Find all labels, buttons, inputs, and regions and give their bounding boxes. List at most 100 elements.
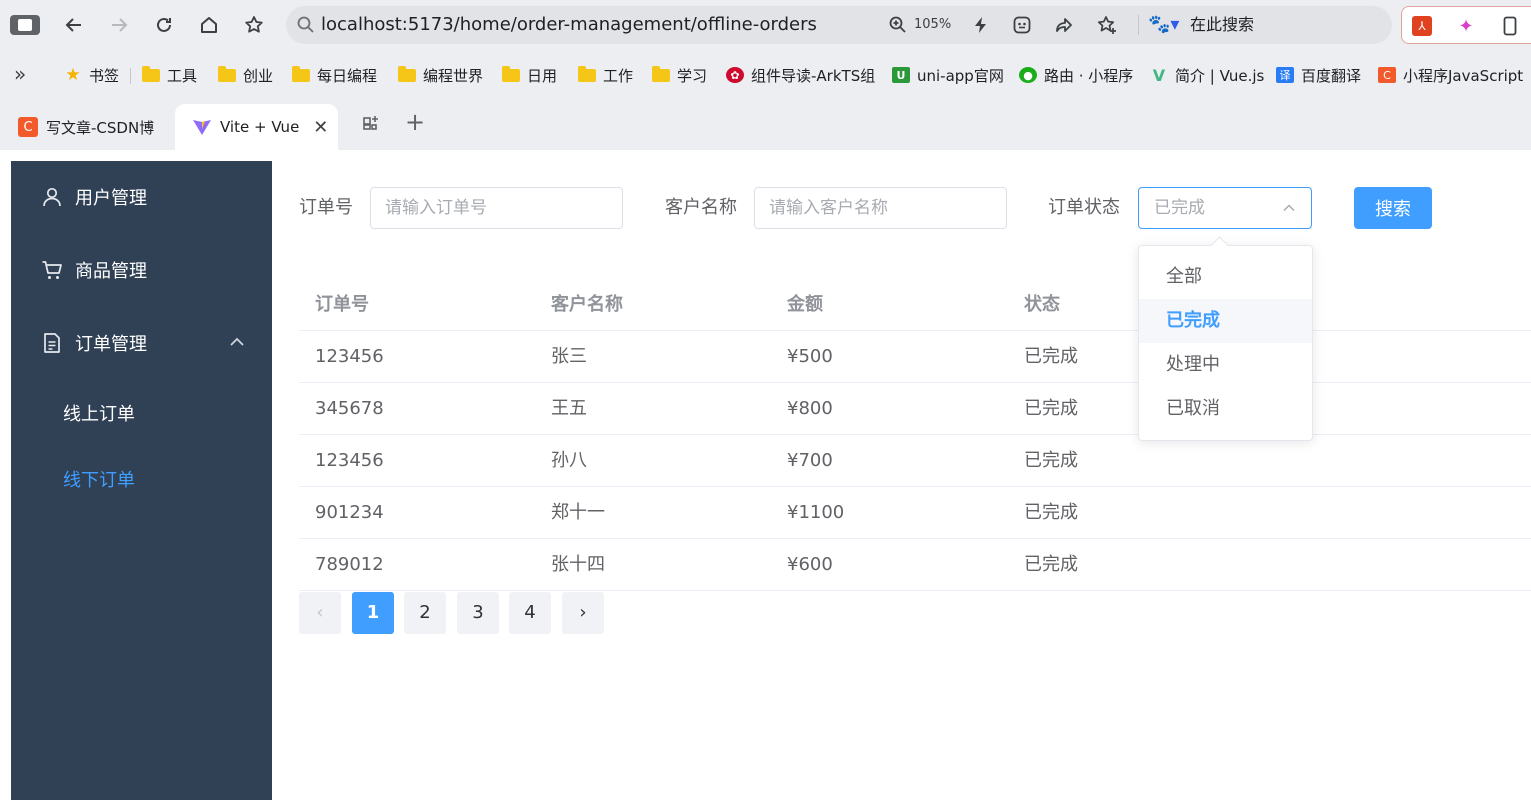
document-icon	[44, 333, 60, 353]
search-engine-label[interactable]: 在此搜索	[1190, 6, 1254, 44]
status-select[interactable]: 已完成	[1138, 187, 1312, 229]
tab-label: Vite + Vue	[220, 118, 300, 136]
zoom-level[interactable]: 105%	[914, 6, 951, 44]
csdn-icon: C	[18, 117, 38, 137]
cell-order-no: 345678	[315, 398, 384, 419]
cell-status: 已完成	[1024, 450, 1078, 471]
table-row: 901234 郑十一 ¥1100 已完成	[299, 487, 1531, 539]
page-button-3[interactable]: 3	[457, 592, 499, 634]
cell-order-no: 123456	[315, 346, 384, 367]
bookmark-label: 日用	[527, 66, 558, 85]
next-page-button[interactable]: ›	[562, 592, 604, 634]
table-row: 123456 张三 ¥500 已完成	[299, 331, 1531, 383]
back-icon[interactable]	[58, 9, 90, 41]
search-button[interactable]: 搜索	[1354, 187, 1432, 229]
favorites-add-icon[interactable]	[1095, 13, 1119, 37]
cell-order-no: 123456	[315, 450, 384, 471]
url-text[interactable]: localhost:5173/home/order-management/off…	[321, 6, 817, 44]
cell-order-no: 901234	[315, 502, 384, 523]
folder-icon	[142, 65, 160, 82]
app-root: 用户管理 商品管理 订单管理 线上订单 线下订单 订单号 客户名称 订单状态 已…	[0, 150, 1531, 800]
sidebar-item-users[interactable]: 用户管理	[11, 169, 272, 225]
bookmark-label: 创业	[243, 66, 274, 85]
folder-icon	[292, 65, 310, 82]
bookmark-item[interactable]: ✿ 组件导读-ArkTS组	[726, 58, 876, 92]
cell-amount: ¥800	[787, 398, 833, 419]
order-no-input[interactable]	[370, 187, 623, 229]
orders-table: 订单号 客户名称 金额 状态 123456 张三 ¥500 已完成 345678…	[299, 276, 1531, 591]
bookmark-folder[interactable]: 每日编程	[292, 58, 377, 92]
cell-status: 已完成	[1024, 346, 1078, 367]
sidebar-item-orders[interactable]: 订单管理	[11, 315, 272, 371]
bookmark-item[interactable]: ★ 书签	[64, 58, 119, 92]
browser-toolbar: localhost:5173/home/order-management/off…	[0, 0, 1531, 50]
close-icon[interactable]: ✕	[313, 117, 328, 138]
order-no-label: 订单号	[299, 197, 353, 218]
column-header: 状态	[1024, 294, 1060, 315]
vertical-tabs-icon[interactable]	[10, 15, 40, 35]
bookmark-item[interactable]: C 小程序JavaScript	[1378, 58, 1528, 92]
status-option-cancelled[interactable]: 已取消	[1139, 387, 1312, 431]
tab-label: 写文章-CSDN博	[46, 118, 155, 137]
customer-input[interactable]	[754, 187, 1007, 229]
table-row: 789012 张十四 ¥600 已完成	[299, 539, 1531, 591]
cell-customer: 郑十一	[551, 502, 605, 523]
bookmark-folder[interactable]: 工具	[142, 58, 197, 92]
sidebar-item-products[interactable]: 商品管理	[11, 242, 272, 298]
pdf-extension-icon[interactable]: ⅄	[1412, 16, 1432, 36]
tab-vite-vue[interactable]: Vite + Vue ✕	[175, 104, 338, 150]
baidu-paw-icon[interactable]: 🐾▾	[1148, 14, 1179, 35]
sidebar-subitem-online-orders[interactable]: 线上订单	[11, 385, 272, 441]
huawei-icon: ✿	[726, 67, 744, 83]
prev-page-button[interactable]: ‹	[299, 592, 341, 634]
share-icon[interactable]	[1052, 13, 1076, 37]
sidebar-item-label: 商品管理	[75, 261, 147, 282]
bookmark-label: 小程序JavaScript	[1403, 66, 1524, 85]
bookmark-item[interactable]: V 简介 | Vue.js	[1150, 58, 1265, 92]
chevrons-icon[interactable]: »	[14, 62, 26, 86]
bookmark-label: 书签	[89, 66, 120, 85]
column-header: 金额	[787, 294, 823, 315]
lightning-icon[interactable]	[969, 13, 993, 37]
status-option-all[interactable]: 全部	[1139, 255, 1312, 299]
page-button-4[interactable]: 4	[509, 592, 551, 634]
folder-icon	[398, 65, 416, 82]
cell-status: 已完成	[1024, 554, 1078, 575]
bookmark-folder[interactable]: 学习	[652, 58, 707, 92]
sidebar-item-label: 线下订单	[63, 470, 135, 491]
status-option-processing[interactable]: 处理中	[1139, 343, 1312, 387]
reload-icon[interactable]	[148, 9, 180, 41]
address-bar[interactable]: localhost:5173/home/order-management/off…	[286, 6, 1392, 44]
sidebar-subitem-offline-orders[interactable]: 线下订单	[11, 451, 272, 507]
bookmark-folder[interactable]: 创业	[218, 58, 273, 92]
tab-csdn[interactable]: C 写文章-CSDN博	[10, 104, 160, 150]
vite-icon	[192, 117, 212, 137]
bookmark-item[interactable]: 译 百度翻译	[1276, 58, 1361, 92]
tab-groups-icon[interactable]	[362, 112, 380, 136]
bookmark-folder[interactable]: 工作	[578, 58, 633, 92]
extension-face-icon[interactable]	[1010, 13, 1034, 37]
bookmark-folder[interactable]: 日用	[502, 58, 557, 92]
bookmark-item[interactable]: U uni-app官网	[892, 58, 1004, 92]
bookmark-folder[interactable]: 编程世界	[398, 58, 483, 92]
bookmark-label: 百度翻译	[1301, 66, 1362, 85]
column-header: 订单号	[315, 294, 369, 315]
page-button-2[interactable]: 2	[404, 592, 446, 634]
cell-customer: 张十四	[551, 554, 605, 575]
forward-icon[interactable]	[103, 9, 135, 41]
bookmark-label: 工具	[167, 66, 198, 85]
cell-customer: 张三	[551, 346, 587, 367]
translate-icon: 译	[1276, 67, 1294, 83]
home-icon[interactable]	[193, 9, 225, 41]
zoom-icon[interactable]	[888, 15, 908, 35]
new-tab-icon[interactable]: +	[405, 108, 425, 136]
sidebar-item-label: 订单管理	[75, 334, 147, 355]
status-label: 订单状态	[1048, 197, 1120, 218]
phone-icon[interactable]	[1500, 16, 1520, 36]
status-option-completed[interactable]: 已完成	[1139, 299, 1312, 343]
page-button-1[interactable]: 1	[352, 592, 394, 634]
bookmark-item[interactable]: ● 路由 · 小程序	[1019, 58, 1133, 92]
column-header: 客户名称	[551, 294, 623, 315]
bookmark-star-icon[interactable]	[238, 9, 270, 41]
sparkle-extension-icon[interactable]: ✦	[1456, 16, 1476, 37]
